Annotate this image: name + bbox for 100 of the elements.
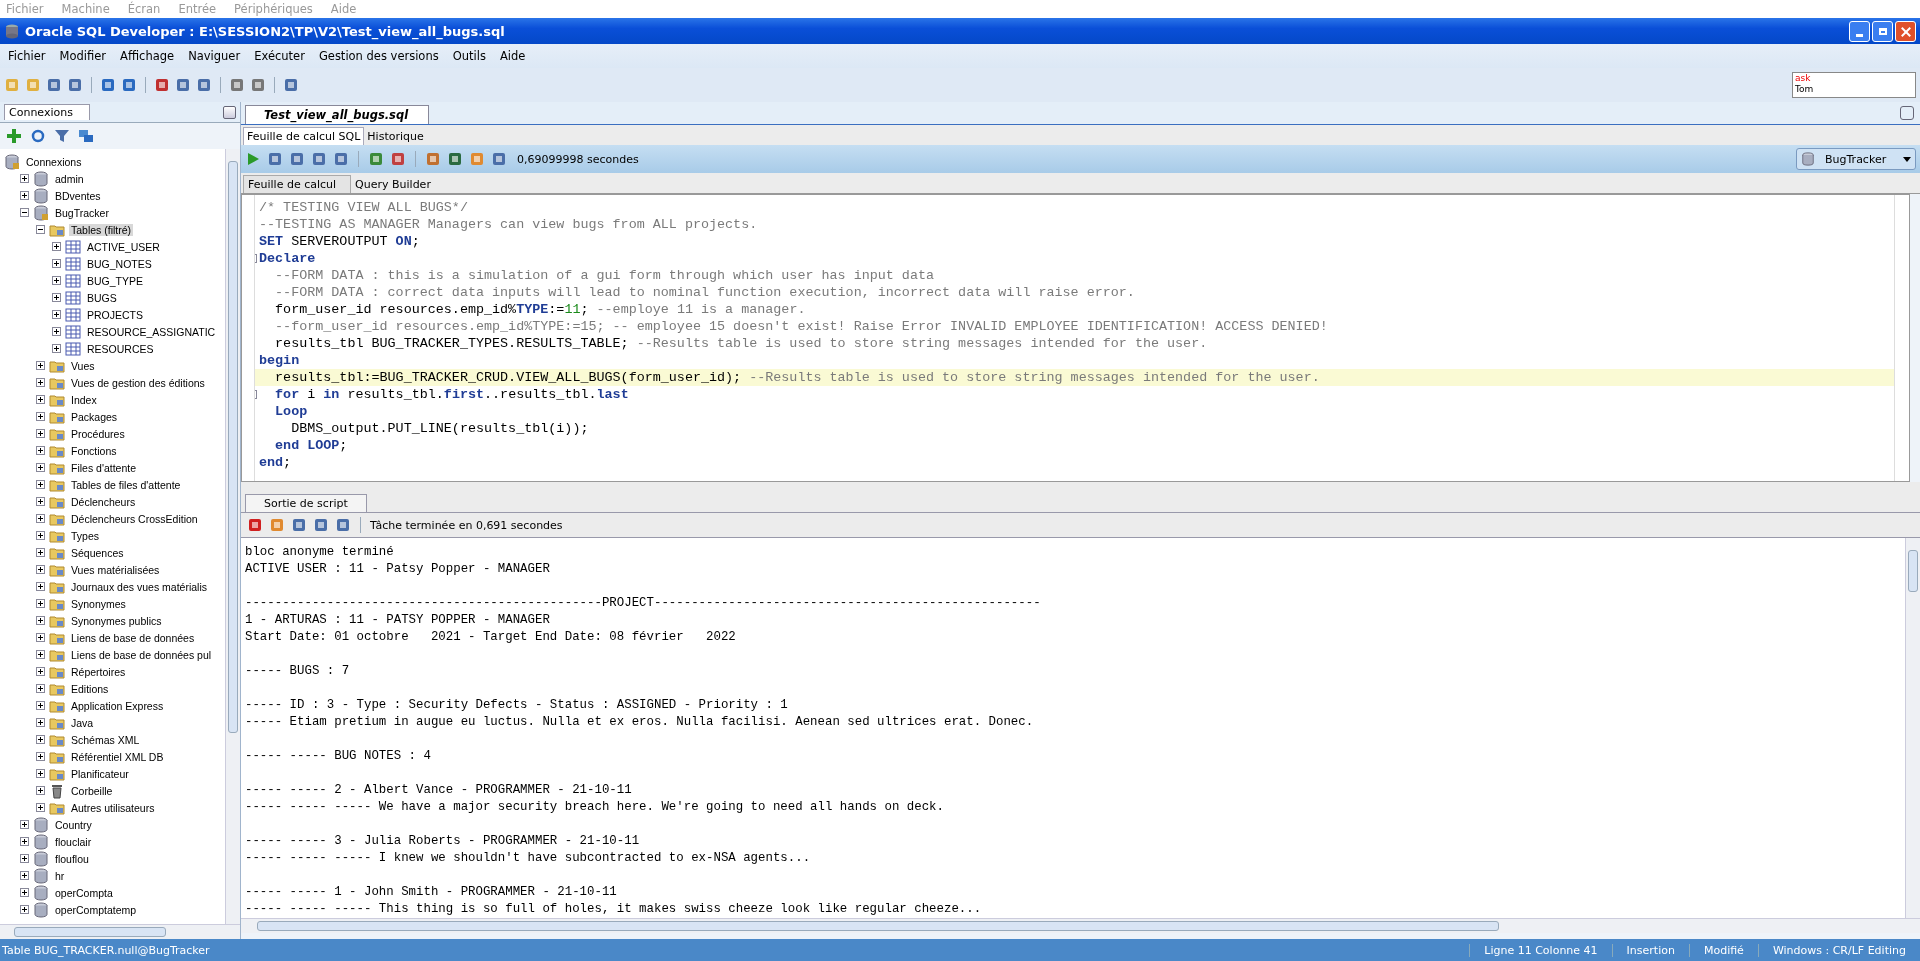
tree-item[interactable]: Index (69, 393, 99, 406)
tree-item[interactable]: Planificateur (69, 767, 131, 780)
tree-item[interactable]: Application Express (69, 699, 166, 712)
tree-item[interactable]: Vues de gestion des éditions (69, 376, 207, 389)
tree-item[interactable]: Autres utilisateurs (69, 801, 157, 814)
expand-toggle[interactable] (36, 497, 45, 506)
tree-item[interactable]: BUGS (85, 291, 119, 304)
tree-item[interactable]: Fonctions (69, 444, 119, 457)
expand-toggle[interactable] (20, 820, 29, 829)
tree-item[interactable]: Schémas XML (69, 733, 142, 746)
expand-toggle[interactable] (36, 361, 45, 370)
tree-item[interactable]: operCompta (53, 886, 115, 899)
expand-toggle[interactable] (52, 310, 61, 319)
tree-item[interactable]: ACTIVE_USER (85, 240, 162, 253)
expand-toggle[interactable] (36, 667, 45, 676)
restore-button[interactable] (1872, 20, 1893, 42)
editor-tab[interactable]: Test_view_all_bugs.sql (245, 105, 430, 124)
menu-item[interactable]: Modifier (59, 49, 107, 63)
expand-toggle[interactable] (36, 633, 45, 642)
add-icon[interactable] (6, 128, 22, 144)
expand-toggle[interactable] (36, 650, 45, 659)
scrollbar[interactable] (1905, 538, 1920, 918)
tree-item[interactable]: Country (53, 818, 94, 831)
schema-icon[interactable] (78, 128, 94, 144)
expand-toggle[interactable] (52, 276, 61, 285)
menu-item[interactable]: Affichage (120, 49, 175, 63)
tree-item[interactable]: admin (53, 172, 86, 185)
tree-item[interactable]: Files d'attente (69, 461, 139, 474)
tree-item[interactable]: hr (53, 869, 67, 882)
ask-tom-box[interactable]: ask Tom (1792, 72, 1916, 98)
collapse-toggle[interactable] (36, 225, 45, 234)
tree-item[interactable]: RESOURCE_ASSIGNATIC (85, 325, 218, 338)
expand-toggle[interactable] (36, 684, 45, 693)
tree-item[interactable]: Vues matérialisées (69, 563, 162, 576)
expand-toggle[interactable] (20, 191, 29, 200)
tree-item[interactable]: Editions (69, 682, 111, 695)
tree-item[interactable]: PROJECTS (85, 308, 145, 321)
tree-item[interactable]: Référentiel XML DB (69, 750, 166, 763)
scrollbar[interactable] (225, 149, 240, 924)
expand-toggle[interactable] (36, 531, 45, 540)
menu-item[interactable]: Naviguer (188, 49, 241, 63)
expand-toggle[interactable] (20, 905, 29, 914)
expand-toggle[interactable] (52, 242, 61, 251)
menu-item[interactable]: Exécuter (254, 49, 305, 63)
tree-item[interactable]: Tables (filtré) (69, 223, 134, 236)
expand-toggle[interactable] (36, 446, 45, 455)
menu-item[interactable]: Gestion des versions (318, 49, 439, 63)
tree-item[interactable]: operComptatemp (53, 903, 139, 916)
tab[interactable]: Feuille de calcul SQL (243, 127, 365, 145)
expand-toggle[interactable] (36, 412, 45, 421)
refresh-icon[interactable] (30, 128, 46, 144)
menu-item[interactable]: Outils (452, 49, 486, 63)
menu-item[interactable]: Aide (499, 49, 526, 63)
dropdown-button[interactable] (1900, 106, 1914, 120)
tree-item[interactable]: Corbeille (69, 784, 115, 797)
minimize-button[interactable] (223, 105, 236, 119)
expand-toggle[interactable] (20, 174, 29, 183)
expand-toggle[interactable] (52, 259, 61, 268)
tree-item[interactable]: BDventes (53, 189, 103, 202)
tab[interactable]: Feuille de calcul (243, 175, 352, 193)
tree-item[interactable]: Tables de files d'attente (69, 478, 183, 491)
expand-toggle[interactable] (20, 888, 29, 897)
tree-item[interactable]: Types (69, 529, 101, 542)
tree-item[interactable]: Répertoires (69, 665, 128, 678)
tree-item[interactable]: Liens de base de données (69, 631, 197, 644)
tree-item[interactable]: Journaux des vues matérialis (69, 580, 209, 593)
expand-toggle[interactable] (36, 599, 45, 608)
expand-toggle[interactable] (36, 735, 45, 744)
tree-item[interactable]: Séquences (69, 546, 126, 559)
expand-toggle[interactable] (36, 429, 45, 438)
scrollbar[interactable] (241, 918, 1920, 933)
tree-item[interactable]: Synonymes publics (69, 614, 164, 627)
expand-toggle[interactable] (36, 378, 45, 387)
expand-toggle[interactable] (36, 616, 45, 625)
expand-toggle[interactable] (36, 803, 45, 812)
tree-item[interactable]: flouflou (53, 852, 91, 865)
tree-item[interactable]: BugTracker (53, 206, 111, 219)
output-tab[interactable]: Sortie de script (245, 494, 367, 512)
expand-toggle[interactable] (36, 582, 45, 591)
expand-toggle[interactable] (36, 463, 45, 472)
tree-item[interactable]: RESOURCES (85, 342, 156, 355)
expand-toggle[interactable] (36, 786, 45, 795)
tree-item[interactable]: Déclencheurs CrossEdition (69, 512, 200, 525)
tree-item[interactable]: flouclair (53, 835, 94, 848)
expand-toggle[interactable] (36, 565, 45, 574)
expand-toggle[interactable] (36, 480, 45, 489)
expand-toggle[interactable] (36, 752, 45, 761)
tree-item[interactable]: BUG_TYPE (85, 274, 146, 287)
expand-toggle[interactable] (20, 837, 29, 846)
expand-toggle[interactable] (36, 718, 45, 727)
tree-item[interactable]: Packages (69, 410, 120, 423)
expand-toggle[interactable] (52, 327, 61, 336)
filter-icon[interactable] (54, 128, 70, 144)
tree-item[interactable]: Synonymes (69, 597, 128, 610)
run-icon[interactable] (245, 151, 261, 167)
expand-toggle[interactable] (36, 395, 45, 404)
tree-item[interactable]: Connexions (24, 155, 84, 168)
expand-toggle[interactable] (36, 769, 45, 778)
expand-toggle[interactable] (36, 514, 45, 523)
scrollbar[interactable] (0, 924, 240, 939)
